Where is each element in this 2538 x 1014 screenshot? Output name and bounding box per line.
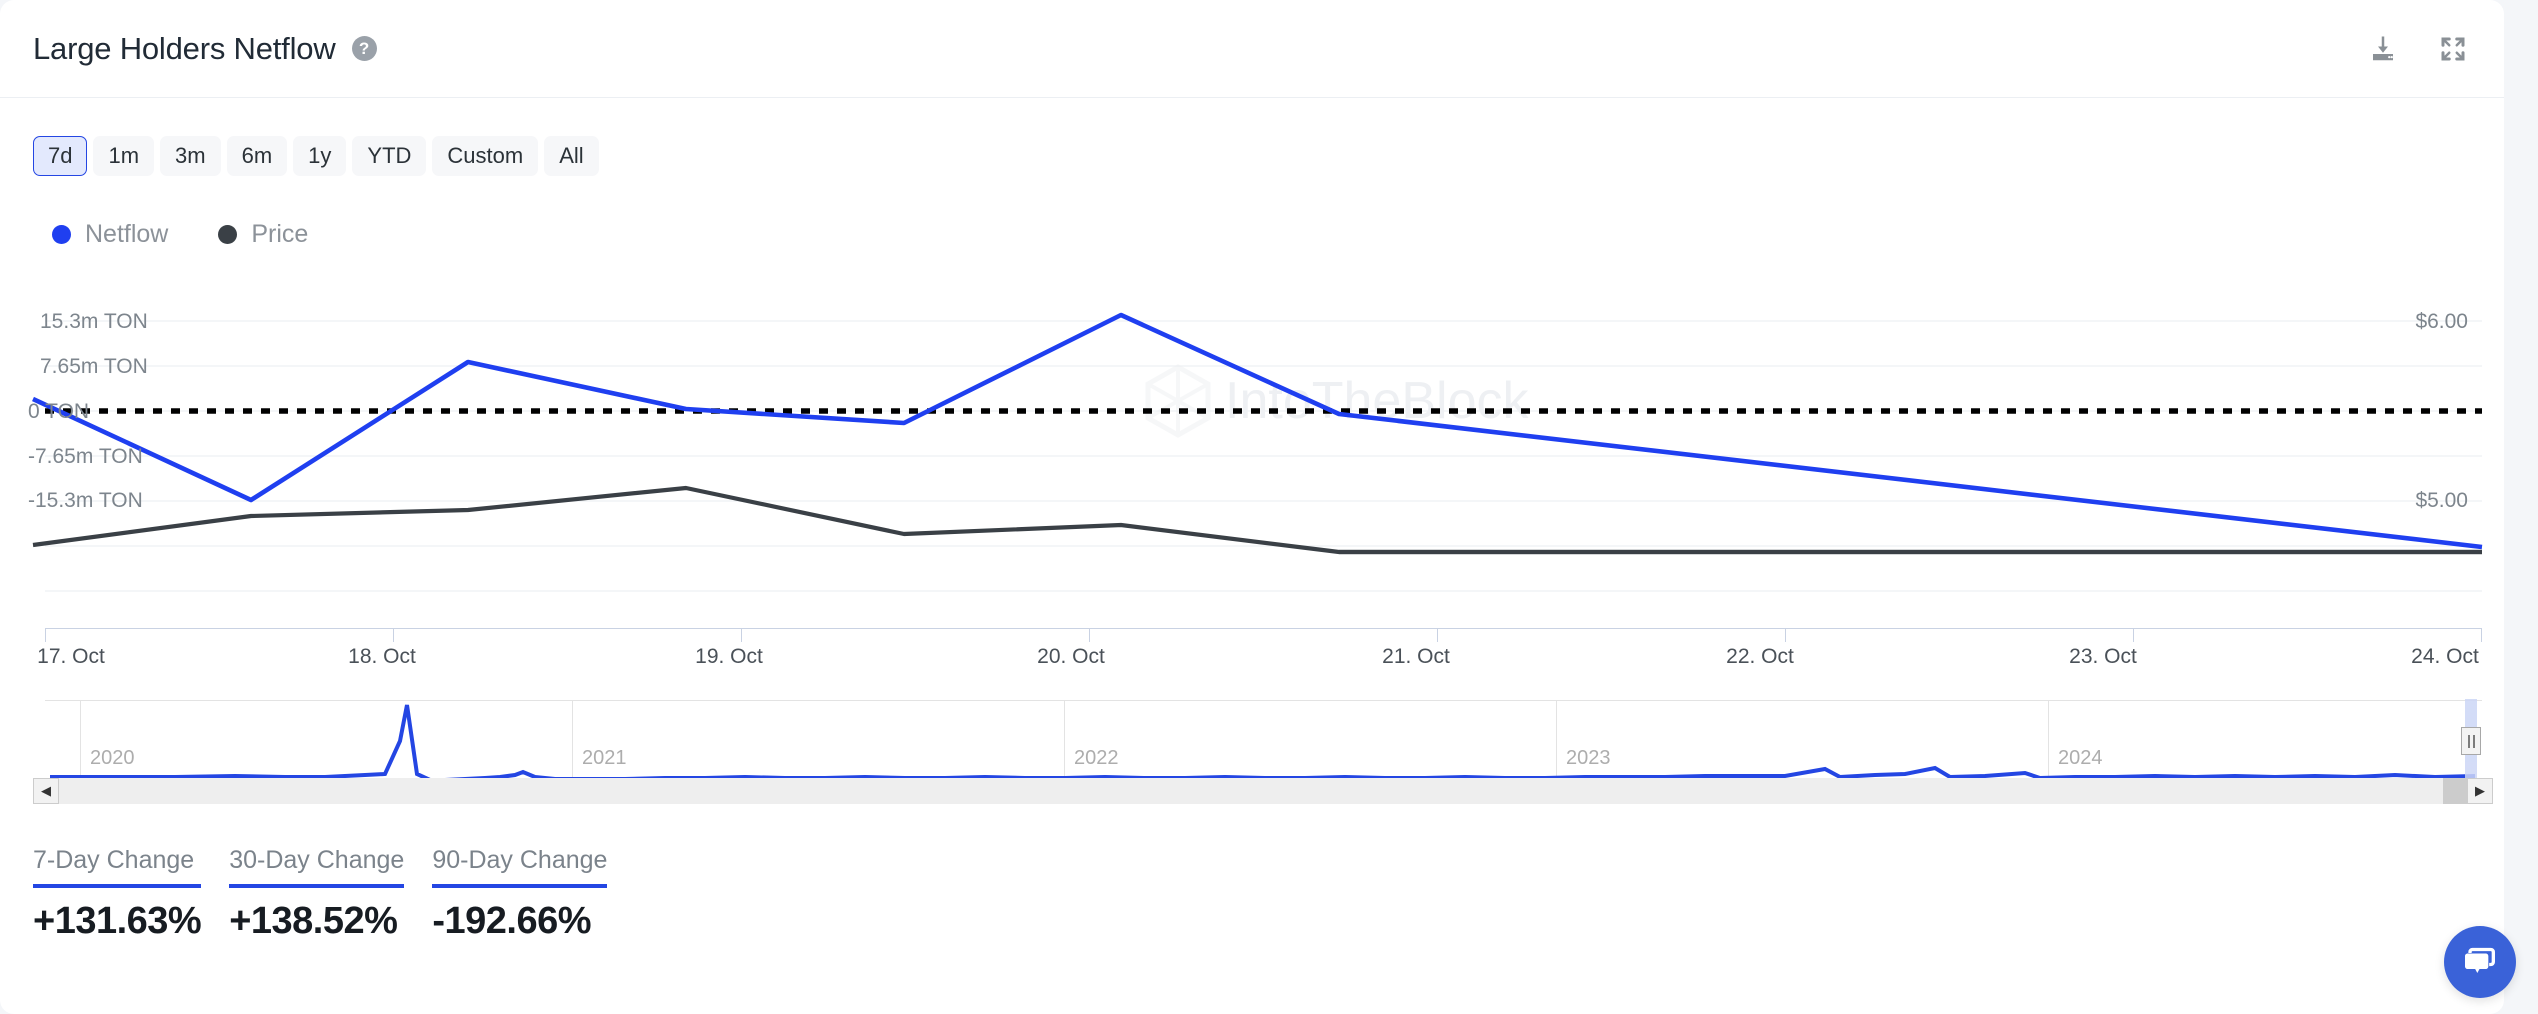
stat-value-30-day: +138.52% bbox=[229, 888, 404, 943]
header-actions bbox=[2368, 34, 2468, 64]
chart-plot-area[interactable]: IntoTheBlock 15.3m TON 7.65m TON 0 TON -… bbox=[0, 300, 2504, 630]
x-axis-tick-1: 18. Oct bbox=[348, 645, 416, 669]
navigator-year-2022: 2022 bbox=[1074, 747, 1119, 770]
stat-7-day-change: 7-Day Change +131.63% bbox=[33, 846, 201, 943]
legend-item-netflow[interactable]: Netflow bbox=[52, 220, 168, 249]
watermark-logo bbox=[1148, 367, 1208, 435]
y-axis-tick-3: -7.65m TON bbox=[28, 445, 143, 469]
stat-30-day-change: 30-Day Change +138.52% bbox=[229, 846, 404, 943]
legend-dot-price bbox=[218, 225, 237, 244]
fullscreen-icon[interactable] bbox=[2438, 34, 2468, 64]
chart-svg: IntoTheBlock bbox=[0, 300, 2504, 630]
scrollbar-thumb[interactable] bbox=[2443, 778, 2467, 804]
chart-navigator[interactable]: 2020 2021 2022 2023 2024 bbox=[45, 700, 2482, 780]
time-range-selector: 7d 1m 3m 6m 1y YTD Custom All bbox=[33, 136, 599, 176]
stat-label-30-day: 30-Day Change bbox=[229, 846, 404, 884]
chat-bubble-icon bbox=[2460, 942, 2500, 982]
legend-item-price[interactable]: Price bbox=[218, 220, 308, 249]
x-axis: 17. Oct 18. Oct 19. Oct 20. Oct 21. Oct … bbox=[0, 628, 2504, 678]
range-button-ytd[interactable]: YTD bbox=[352, 136, 426, 176]
x-axis-tick-4: 21. Oct bbox=[1382, 645, 1450, 669]
navigator-scrollbar[interactable]: ◀ ▶ bbox=[33, 778, 2493, 804]
range-button-1m[interactable]: 1m bbox=[93, 136, 154, 176]
card-header: Large Holders Netflow ? bbox=[0, 0, 2504, 98]
range-button-custom[interactable]: Custom bbox=[432, 136, 538, 176]
y-axis-tick-1: 7.65m TON bbox=[40, 355, 148, 379]
y-axis-tick-0: 15.3m TON bbox=[40, 310, 148, 334]
y-axis-tick-2: 0 TON bbox=[28, 400, 89, 424]
legend-label-netflow: Netflow bbox=[85, 220, 168, 249]
x-axis-tick-7: 24. Oct bbox=[2411, 645, 2479, 669]
navigator-year-2021: 2021 bbox=[582, 747, 627, 770]
question-mark-icon[interactable]: ? bbox=[352, 36, 377, 61]
range-button-3m[interactable]: 3m bbox=[160, 136, 221, 176]
x-axis-tick-6: 23. Oct bbox=[2069, 645, 2137, 669]
x-axis-tick-3: 20. Oct bbox=[1037, 645, 1105, 669]
navigator-year-2024: 2024 bbox=[2058, 747, 2103, 770]
legend-label-price: Price bbox=[251, 220, 308, 249]
range-button-1y[interactable]: 1y bbox=[293, 136, 346, 176]
chart-legend: Netflow Price bbox=[52, 220, 308, 249]
scroll-left-arrow-icon[interactable]: ◀ bbox=[33, 778, 59, 804]
stat-value-7-day: +131.63% bbox=[33, 888, 201, 943]
download-icon[interactable] bbox=[2368, 34, 2398, 64]
x-axis-tick-0: 17. Oct bbox=[37, 645, 105, 669]
range-button-6m[interactable]: 6m bbox=[227, 136, 288, 176]
chart-card: Large Holders Netflow ? 7d 1m bbox=[0, 0, 2504, 1014]
range-button-7d[interactable]: 7d bbox=[33, 136, 87, 176]
navigator-sparkline bbox=[45, 701, 2482, 781]
stats-row: 7-Day Change +131.63% 30-Day Change +138… bbox=[33, 846, 607, 943]
legend-dot-netflow bbox=[52, 225, 71, 244]
navigator-grip-icon[interactable] bbox=[2461, 727, 2481, 755]
y-axis-tick-4: -15.3m TON bbox=[28, 489, 143, 513]
x-axis-line bbox=[45, 628, 2482, 629]
navigator-year-2020: 2020 bbox=[90, 747, 135, 770]
right-axis-tick-1: $5.00 bbox=[2415, 489, 2468, 513]
x-axis-tick-5: 22. Oct bbox=[1726, 645, 1794, 669]
stat-value-90-day: -192.66% bbox=[432, 888, 607, 943]
navigator-year-2023: 2023 bbox=[1566, 747, 1611, 770]
stat-label-90-day: 90-Day Change bbox=[432, 846, 607, 884]
stat-label-7-day: 7-Day Change bbox=[33, 846, 201, 884]
chat-support-button[interactable] bbox=[2444, 926, 2516, 998]
right-axis-tick-0: $6.00 bbox=[2415, 310, 2468, 334]
range-button-all[interactable]: All bbox=[544, 136, 598, 176]
price-line bbox=[33, 488, 2482, 552]
x-axis-tick-2: 19. Oct bbox=[695, 645, 763, 669]
scroll-right-arrow-icon[interactable]: ▶ bbox=[2467, 778, 2493, 804]
title-wrap: Large Holders Netflow ? bbox=[33, 31, 377, 67]
page-title: Large Holders Netflow bbox=[33, 31, 336, 67]
navigator-range-handle[interactable] bbox=[2465, 699, 2477, 783]
stat-90-day-change: 90-Day Change -192.66% bbox=[432, 846, 607, 943]
scrollbar-track[interactable] bbox=[59, 778, 2467, 804]
